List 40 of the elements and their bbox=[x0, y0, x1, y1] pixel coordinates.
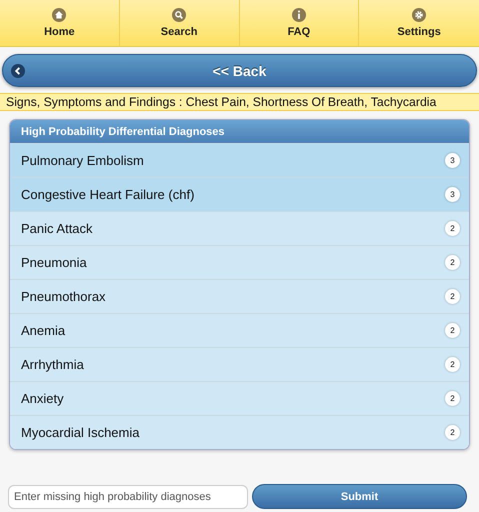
nav-tab[interactable]: Home bbox=[0, 0, 120, 46]
count-badge: 2 bbox=[445, 391, 460, 406]
count-badge: 3 bbox=[445, 187, 460, 202]
search-icon bbox=[172, 8, 186, 22]
count-badge: 2 bbox=[445, 425, 460, 440]
diagnosis-label: Pulmonary Embolism bbox=[21, 153, 144, 168]
diagnosis-label: Pneumonia bbox=[21, 255, 87, 270]
diagnosis-item[interactable]: Congestive Heart Failure (chf) 3 bbox=[10, 177, 469, 211]
nav-tab[interactable]: FAQ bbox=[240, 0, 360, 46]
diagnosis-label: Anxiety bbox=[21, 391, 64, 406]
diagnosis-input-field[interactable]: Enter missing high probability diagnoses bbox=[8, 484, 248, 508]
diagnosis-label: Myocardial Ischemia bbox=[21, 425, 140, 440]
findings-banner: Signs, Symptoms and Findings : Chest Pain, Shortness Of Breath, Tachycardia bbox=[0, 93, 479, 111]
home-icon bbox=[52, 8, 66, 22]
back-button[interactable]: << Back bbox=[2, 54, 477, 87]
diagnosis-label: Panic Attack bbox=[21, 221, 93, 236]
count-badge: 2 bbox=[445, 221, 460, 236]
list-header: High Probability Differential Diagnoses bbox=[10, 120, 469, 143]
diagnosis-item[interactable]: Panic Attack 2 bbox=[10, 211, 469, 245]
diagnosis-item[interactable]: Arrhythmia 2 bbox=[10, 347, 469, 381]
diagnosis-label: Pneumothorax bbox=[21, 289, 106, 304]
diagnosis-item[interactable]: Pulmonary Embolism 3 bbox=[10, 143, 469, 177]
nav-tab[interactable]: Settings bbox=[359, 0, 479, 46]
diagnosis-item[interactable]: Anemia 2 bbox=[10, 313, 469, 347]
diagnosis-item[interactable]: Pneumonia 2 bbox=[10, 245, 469, 279]
count-badge: 2 bbox=[445, 357, 460, 372]
settings-icon bbox=[412, 8, 426, 22]
info-icon bbox=[292, 8, 306, 22]
diagnosis-item[interactable]: Pneumothorax 2 bbox=[10, 279, 469, 313]
diagnosis-label: Arrhythmia bbox=[21, 357, 84, 372]
diagnosis-item[interactable]: Anxiety 2 bbox=[10, 381, 469, 415]
nav-tab[interactable]: Search bbox=[120, 0, 240, 46]
diagnosis-item[interactable]: Myocardial Ischemia 2 bbox=[10, 415, 469, 449]
count-badge: 2 bbox=[445, 323, 460, 338]
count-badge: 2 bbox=[445, 289, 460, 304]
diagnosis-label: Congestive Heart Failure (chf) bbox=[21, 187, 194, 202]
count-badge: 3 bbox=[445, 153, 460, 168]
diagnosis-label: Anemia bbox=[21, 323, 66, 338]
count-badge: 2 bbox=[445, 255, 460, 270]
submit-button[interactable]: Submit bbox=[252, 484, 467, 509]
